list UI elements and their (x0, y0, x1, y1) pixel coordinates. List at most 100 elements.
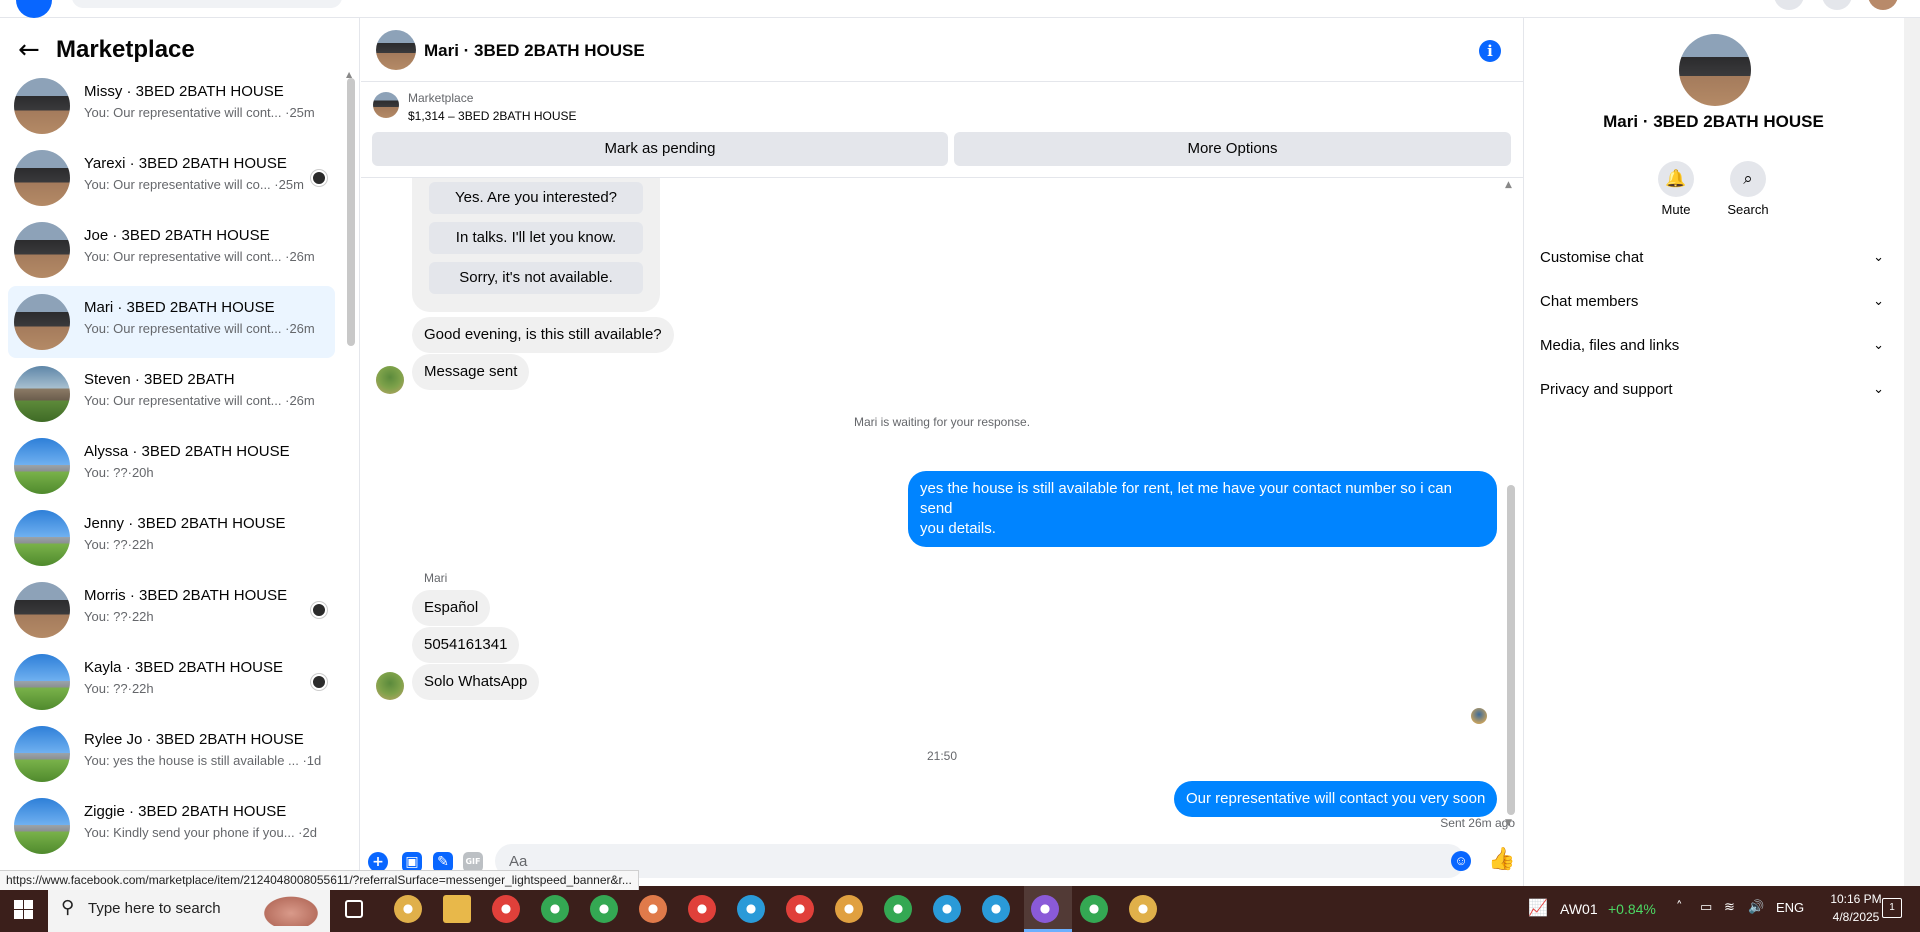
conversation-item[interactable]: Kayla · 3BED 2BATH HOUSE You: ??·22h (8, 646, 335, 718)
chrome-icon[interactable] (737, 895, 765, 923)
chat-scrollbar[interactable]: ▲ ▼ (1505, 180, 1517, 832)
sidebar-scrollbar[interactable]: ▲ (346, 70, 356, 888)
listing-thumbnail[interactable] (373, 92, 399, 118)
message-bubble-outgoing[interactable]: Our representative will contact you very… (1174, 781, 1498, 817)
sender-avatar[interactable] (376, 672, 404, 700)
seen-avatar-badge (311, 170, 327, 186)
message-bubble-incoming[interactable]: Español (412, 590, 491, 626)
games-app-icon[interactable] (394, 895, 422, 923)
search-label: Search (1727, 202, 1769, 217)
message-bubble-incoming[interactable]: 5054161341 (412, 627, 520, 663)
chevron-up-icon[interactable]: ˄ (1676, 900, 1683, 915)
chrome-icon[interactable] (982, 895, 1010, 923)
status-url-bar: https://www.facebook.com/marketplace/ite… (0, 870, 639, 890)
seen-indicator-avatar (1471, 708, 1487, 724)
media-files-links-row[interactable]: Media, files and links ⌄ (1540, 328, 1892, 364)
wifi-icon[interactable]: ≋ (1724, 900, 1735, 915)
scroll-down-arrow-icon[interactable]: ▼ (1505, 818, 1512, 828)
plus-icon[interactable]: + (368, 852, 388, 872)
chat-scroll-thumb[interactable] (1507, 485, 1515, 815)
listing-price-title[interactable]: $1,314 – 3BED 2BATH HOUSE (408, 108, 577, 124)
facebook-logo-icon[interactable] (16, 0, 52, 18)
chrome-icon[interactable] (541, 895, 569, 923)
page-scrollbar[interactable] (1904, 18, 1920, 886)
chrome-icon[interactable] (688, 895, 716, 923)
privacy-support-row[interactable]: Privacy and support ⌄ (1540, 372, 1892, 408)
chrome-icon[interactable] (492, 895, 520, 923)
task-view-icon[interactable] (345, 900, 363, 918)
stock-change[interactable]: +0.84% (1608, 901, 1656, 917)
conversation-item[interactable]: Rylee Jo · 3BED 2BATH HOUSE You: yes the … (8, 718, 335, 790)
conversation-avatar (14, 582, 70, 638)
message-bubble-outgoing[interactable]: yes the house is still available for ren… (908, 471, 1497, 547)
arrow-left-icon[interactable]: ← (18, 36, 40, 64)
quick-reply-card: Yes. Are you interested? In talks. I'll … (412, 178, 660, 312)
gif-icon[interactable]: GIF (463, 852, 483, 872)
sidebar-scroll-thumb[interactable] (347, 78, 355, 346)
conversation-item[interactable]: Steven · 3BED 2BATH You: Our representati… (8, 358, 335, 430)
row-label: Media, files and links (1540, 337, 1680, 354)
language-indicator[interactable]: ENG (1776, 900, 1804, 915)
conversation-item[interactable]: Missy · 3BED 2BATH HOUSE You: Our represe… (8, 70, 335, 142)
conversation-avatar (14, 798, 70, 854)
message-input[interactable] (495, 844, 1465, 878)
chat-avatar[interactable] (376, 30, 416, 70)
quick-reply-in-talks[interactable]: In talks. I'll let you know. (429, 222, 643, 254)
chat-title[interactable]: Mari · 3BED 2BATH HOUSE (424, 40, 645, 62)
account-avatar[interactable] (1868, 0, 1898, 10)
contact-avatar[interactable] (1679, 34, 1751, 106)
conversation-avatar (14, 366, 70, 422)
thumbs-up-icon[interactable]: 👍 (1488, 848, 1515, 872)
search-icon[interactable]: ⌕ (1730, 161, 1766, 197)
clock-date[interactable]: 4/8/2025 (1826, 910, 1886, 924)
chevron-down-icon: ⌄ (1873, 250, 1884, 265)
conversation-item[interactable]: Jenny · 3BED 2BATH HOUSE You: ??·22h (8, 502, 335, 574)
chrome-icon[interactable] (639, 895, 667, 923)
taskbar-search-box[interactable]: ⚲ Type here to search (48, 886, 330, 932)
chrome-icon[interactable] (1080, 895, 1108, 923)
chrome-icon[interactable] (835, 895, 863, 923)
conversation-item[interactable]: Morris · 3BED 2BATH HOUSE You: ??·22h (8, 574, 335, 646)
conversation-item[interactable]: Joe · 3BED 2BATH HOUSE You: Our represent… (8, 214, 335, 286)
chrome-icon[interactable] (786, 895, 814, 923)
clock-time[interactable]: 10:16 PM (1826, 892, 1886, 906)
windows-taskbar: ⚲ Type here to search 📈 AW01 +0.84% ˄ ▭ … (0, 886, 1920, 932)
scroll-up-arrow-icon[interactable]: ▲ (1505, 180, 1512, 190)
chrome-icon[interactable] (590, 895, 618, 923)
chrome-icon[interactable] (1129, 895, 1157, 923)
conversation-name: Missy · 3BED 2BATH HOUSE (84, 83, 284, 100)
sender-avatar[interactable] (376, 366, 404, 394)
file-explorer-icon[interactable] (443, 895, 471, 923)
chrome-icon[interactable] (1031, 895, 1059, 923)
photo-icon[interactable]: ▣ (402, 852, 422, 872)
info-icon[interactable]: i (1479, 40, 1501, 62)
conversation-item[interactable]: Alyssa · 3BED 2BATH HOUSE You: ??·20h (8, 430, 335, 502)
bell-icon[interactable]: 🔔 (1658, 161, 1694, 197)
emoji-icon[interactable]: ☺ (1451, 851, 1471, 871)
conversation-item[interactable]: Ziggie · 3BED 2BATH HOUSE You: Kindly sen… (8, 790, 335, 862)
chrome-icon[interactable] (884, 895, 912, 923)
conversation-preview: You: Our representative will cont... ·26… (84, 321, 315, 336)
message-bubble-incoming[interactable]: Good evening, is this still available? (412, 317, 674, 353)
stock-name[interactable]: AW01 (1560, 901, 1598, 917)
customise-chat-row[interactable]: Customise chat ⌄ (1540, 240, 1892, 276)
message-bubble-incoming[interactable]: Solo WhatsApp (412, 664, 540, 700)
message-bubble-incoming[interactable]: Message sent (412, 354, 530, 390)
conversation-item[interactable]: Mari · 3BED 2BATH HOUSE You: Our represen… (8, 286, 335, 358)
chrome-icon[interactable] (933, 895, 961, 923)
more-options-button[interactable]: More Options (954, 132, 1511, 166)
mark-as-pending-button[interactable]: Mark as pending (372, 132, 948, 166)
quick-reply-interested[interactable]: Yes. Are you interested? (429, 182, 643, 214)
meet-now-icon[interactable]: ▭ (1700, 900, 1712, 915)
stock-chart-icon[interactable]: 📈 (1528, 898, 1548, 917)
conversation-item[interactable]: Yarexi · 3BED 2BATH HOUSE You: Our repres… (8, 142, 335, 214)
chat-members-row[interactable]: Chat members ⌄ (1540, 284, 1892, 320)
volume-icon[interactable]: 🔊 (1748, 900, 1764, 915)
facebook-search-bar[interactable] (72, 0, 342, 8)
sticker-icon[interactable]: ✎ (433, 852, 453, 872)
notifications-icon[interactable] (1822, 0, 1852, 10)
menu-icon[interactable] (1774, 0, 1804, 10)
quick-reply-not-available[interactable]: Sorry, it's not available. (429, 262, 643, 294)
notification-center-icon[interactable]: 1 (1882, 898, 1902, 918)
windows-start-icon[interactable] (0, 886, 46, 932)
